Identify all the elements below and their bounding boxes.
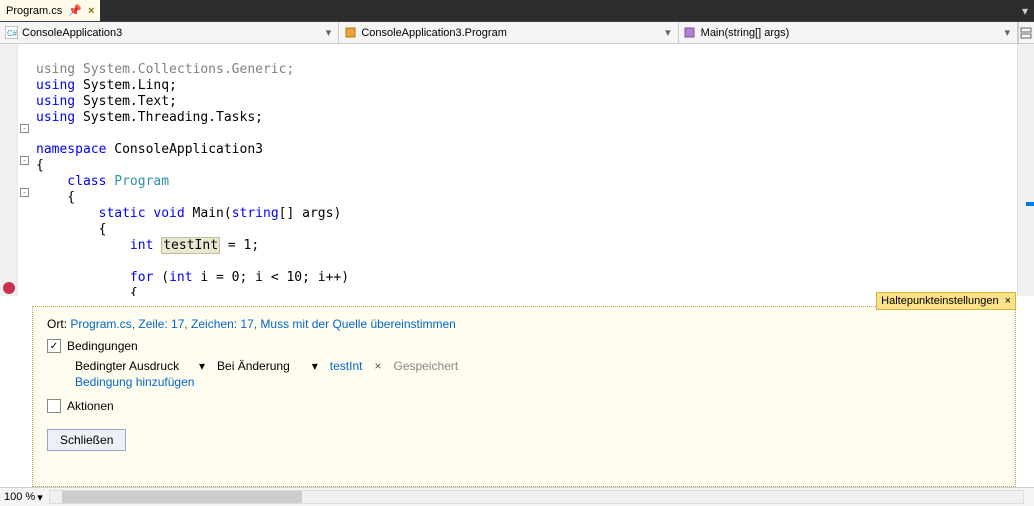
conditions-label: Bedingungen — [67, 339, 138, 353]
panel-title: Haltepunkteinstellungen — [881, 295, 998, 307]
conditions-checkbox[interactable]: ✓ — [47, 339, 61, 353]
close-button[interactable]: Schließen — [47, 429, 126, 451]
outline-gutter[interactable]: - - - — [18, 44, 32, 296]
location-link[interactable]: Program.cs, Zeile: 17, Zeichen: 17, Muss… — [70, 317, 456, 331]
chevron-down-icon: ▾ — [37, 491, 43, 504]
location-row: Ort: Program.cs, Zeile: 17, Zeichen: 17,… — [47, 317, 1001, 331]
remove-condition-icon[interactable]: × — [374, 359, 381, 373]
code-editor[interactable]: using System.Collections.Generic; using … — [32, 44, 1034, 296]
actions-checkbox[interactable] — [47, 399, 61, 413]
nav-member-dropdown[interactable]: Main(string[] args) ▾ — [679, 22, 1018, 43]
scrollbar-thumb[interactable] — [62, 491, 302, 503]
tab-filename: Program.cs — [6, 5, 62, 17]
tab-bar: Program.cs 📌 × ▾ — [0, 0, 1034, 22]
status-bar: 100 % ▾ — [0, 487, 1034, 506]
chevron-down-icon: ▾ — [1001, 26, 1013, 39]
chevron-down-icon: ▾ — [199, 359, 205, 373]
scrollbar-caret-marker — [1026, 202, 1034, 206]
nav-class-text: ConsoleApplication3.Program — [361, 27, 507, 39]
breakpoint-icon[interactable] — [3, 282, 15, 294]
zoom-value: 100 % — [4, 491, 35, 503]
nav-class-dropdown[interactable]: ConsoleApplication3.Program ▾ — [339, 22, 678, 43]
add-condition-link[interactable]: Bedingung hinzufügen — [75, 375, 194, 389]
breakpoint-gutter[interactable] — [0, 44, 18, 296]
nav-member-text: Main(string[] args) — [701, 27, 790, 39]
breakpoint-settings-header: Haltepunkteinstellungen × — [876, 292, 1016, 310]
conditions-checkbox-row: ✓ Bedingungen — [47, 339, 1001, 353]
file-tab-program[interactable]: Program.cs 📌 × — [0, 0, 100, 21]
tab-strip-empty — [100, 0, 1016, 21]
chevron-down-icon: ▾ — [662, 26, 674, 39]
split-editor-button[interactable] — [1018, 22, 1034, 43]
chevron-down-icon: ▾ — [312, 359, 318, 373]
fold-toggle[interactable]: - — [20, 188, 29, 197]
saved-indicator: Gespeichert — [394, 359, 459, 373]
nav-scope-text: ConsoleApplication3 — [22, 27, 122, 39]
csharp-project-icon: C# — [4, 26, 18, 40]
method-icon — [683, 26, 697, 40]
tab-overflow-dropdown[interactable]: ▾ — [1016, 0, 1034, 21]
breakpoint-settings-panel: Ort: Program.cs, Zeile: 17, Zeichen: 17,… — [32, 306, 1016, 487]
close-icon[interactable]: × — [1005, 295, 1011, 307]
fold-toggle[interactable]: - — [20, 124, 29, 133]
actions-checkbox-row: Aktionen — [47, 399, 1001, 413]
chevron-down-icon: ▾ — [323, 26, 335, 39]
location-label: Ort: — [47, 317, 70, 331]
svg-text:C#: C# — [7, 29, 18, 38]
condition-type-dropdown[interactable]: Bedingter Ausdruck▾ — [75, 359, 205, 373]
nav-scope-dropdown[interactable]: C# ConsoleApplication3 ▾ — [0, 22, 339, 43]
vertical-scrollbar[interactable] — [1017, 44, 1034, 296]
navigation-bar: C# ConsoleApplication3 ▾ ConsoleApplicat… — [0, 22, 1034, 44]
class-icon — [343, 26, 357, 40]
fold-toggle[interactable]: - — [20, 156, 29, 165]
condition-mode-dropdown[interactable]: Bei Änderung▾ — [217, 359, 318, 373]
condition-row: Bedingter Ausdruck▾ Bei Änderung▾ testIn… — [75, 359, 1001, 373]
editor-area: - - - using System.Collections.Generic; … — [0, 44, 1034, 487]
condition-variable[interactable]: testInt — [330, 359, 363, 373]
pin-icon[interactable]: 📌 — [68, 4, 82, 17]
horizontal-scrollbar[interactable] — [49, 490, 1024, 504]
actions-label: Aktionen — [67, 399, 114, 413]
zoom-dropdown[interactable]: 100 % ▾ — [4, 491, 43, 504]
close-icon[interactable]: × — [88, 5, 94, 17]
